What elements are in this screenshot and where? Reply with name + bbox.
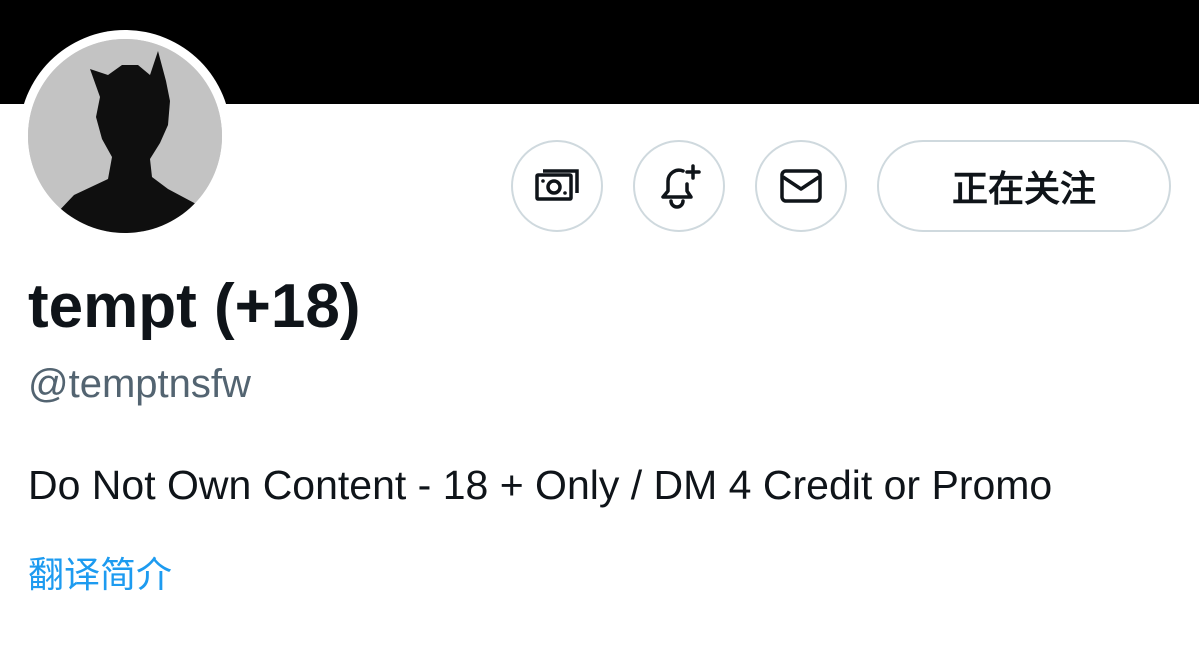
envelope-icon [777, 162, 825, 210]
avatar-silhouette-image [28, 39, 222, 233]
user-handle: @temptnsfw [28, 362, 251, 406]
notifications-button[interactable] [633, 140, 725, 232]
display-name: tempt (+18) [28, 272, 361, 341]
bio-text: Do Not Own Content - 18 + Only / DM 4 Cr… [28, 462, 1053, 508]
message-button[interactable] [755, 140, 847, 232]
money-icon [533, 162, 581, 210]
translate-bio-link[interactable]: 翻译简介 [28, 554, 172, 598]
bell-plus-icon [655, 162, 703, 210]
tip-button[interactable] [511, 140, 603, 232]
avatar[interactable] [28, 39, 222, 233]
following-button[interactable]: 正在关注 [877, 140, 1171, 232]
